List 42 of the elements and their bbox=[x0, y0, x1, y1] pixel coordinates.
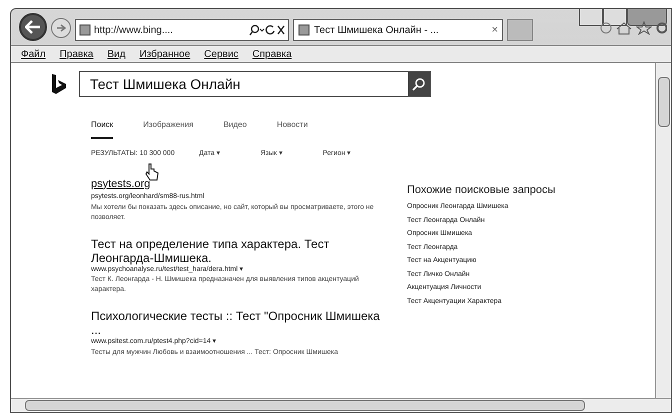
tab-title: Тест Шмишека Онлайн - ... bbox=[314, 24, 439, 38]
result-title-link[interactable]: Психологические тесты :: Тест "Опросник Шмишека ... bbox=[91, 309, 391, 337]
result-title-link[interactable]: psytests.org bbox=[91, 176, 150, 192]
menu-item[interactable]: Вид bbox=[107, 46, 126, 62]
menu-item[interactable]: Правка bbox=[60, 46, 94, 62]
forward-button[interactable] bbox=[51, 18, 71, 38]
horizontal-scrollbar[interactable] bbox=[11, 398, 671, 412]
close-tab-button[interactable]: × bbox=[492, 22, 498, 38]
menu-item[interactable]: Файл bbox=[21, 46, 46, 62]
home-icon[interactable] bbox=[616, 21, 632, 35]
search-query: Тест Шмишека Онлайн bbox=[89, 74, 242, 94]
vertical-scrollbar[interactable] bbox=[655, 63, 671, 398]
settings-icon[interactable] bbox=[656, 21, 667, 35]
search-refresh-close-icons bbox=[249, 24, 285, 36]
menu-item[interactable]: Справка bbox=[252, 46, 292, 62]
search-tab[interactable]: Поиск bbox=[91, 119, 114, 139]
search-tab[interactable]: Новости bbox=[276, 119, 308, 139]
search-tab[interactable]: Изображения bbox=[143, 119, 194, 139]
scroll-thumb[interactable] bbox=[658, 77, 670, 127]
page-icon bbox=[79, 24, 91, 36]
related-heading: Похожие поисковые запросы bbox=[407, 182, 556, 198]
menu-item[interactable]: Сервис bbox=[204, 46, 238, 62]
menu-item[interactable]: Избранное bbox=[139, 46, 190, 62]
search-tab[interactable]: Видео bbox=[223, 119, 247, 139]
address-bar[interactable]: http://www.bing.... bbox=[75, 19, 289, 41]
result-title-link[interactable]: Тест на определение типа характера. Тест Леонгарда-Шмишека. bbox=[91, 236, 391, 264]
logo-icon bbox=[51, 73, 67, 95]
favorites-star-icon[interactable] bbox=[636, 21, 652, 35]
back-button[interactable] bbox=[19, 13, 47, 41]
back-arrow-icon bbox=[25, 20, 41, 34]
browser-tab[interactable]: Тест Шмишека Онлайн - ... × bbox=[293, 19, 503, 41]
search-field[interactable]: Тест Шмишека Онлайн bbox=[79, 71, 431, 97]
address-text: http://www.bing.... bbox=[94, 24, 173, 38]
page-icon bbox=[298, 24, 310, 36]
maximize-button[interactable] bbox=[603, 8, 627, 26]
search-button[interactable] bbox=[408, 72, 430, 96]
scroll-thumb[interactable] bbox=[25, 400, 585, 411]
forward-arrow-icon bbox=[56, 24, 66, 32]
close-button[interactable] bbox=[627, 8, 667, 26]
minimize-button[interactable] bbox=[579, 8, 603, 26]
hand-cursor-icon bbox=[145, 163, 159, 181]
search-icon bbox=[412, 77, 426, 91]
